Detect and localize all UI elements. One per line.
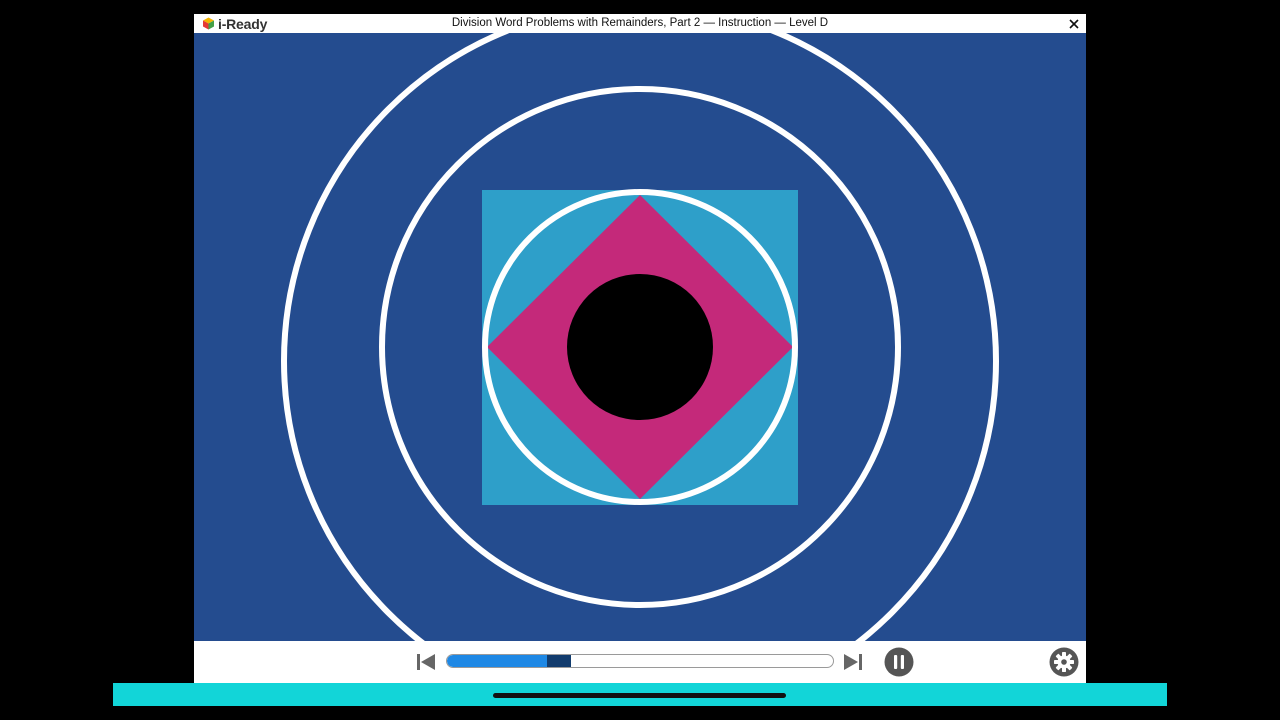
pause-icon: [884, 647, 914, 677]
pause-button[interactable]: [884, 647, 914, 677]
player-controls: [194, 641, 1086, 683]
lesson-title: Division Word Problems with Remainders, …: [451, 17, 829, 29]
lesson-animation-stage: [194, 33, 1086, 641]
close-button[interactable]: [1066, 15, 1082, 32]
progress-bar[interactable]: [446, 654, 834, 668]
lesson-animation-graphic: [194, 33, 1086, 641]
gear-icon: [1049, 647, 1079, 677]
title-bar: i-Ready Division Word Problems with Rema…: [194, 14, 1086, 33]
next-button[interactable]: [843, 652, 863, 672]
close-icon: [1069, 18, 1079, 29]
i-ready-cube-icon: [203, 17, 214, 30]
center-circle: [567, 274, 713, 420]
home-indicator[interactable]: [493, 693, 786, 698]
logo-text: i-Ready: [218, 15, 268, 32]
skip-next-icon: [844, 654, 862, 670]
settings-button[interactable]: [1049, 647, 1079, 677]
i-ready-lesson-window: i-Ready Division Word Problems with Rema…: [194, 14, 1086, 683]
device-bottom-bar: [113, 683, 1167, 706]
i-ready-logo: i-Ready: [202, 15, 268, 32]
progress-fill: [447, 655, 548, 667]
skip-previous-icon: [417, 654, 435, 670]
previous-button[interactable]: [416, 652, 436, 672]
progress-buffered-segment: [547, 655, 571, 667]
